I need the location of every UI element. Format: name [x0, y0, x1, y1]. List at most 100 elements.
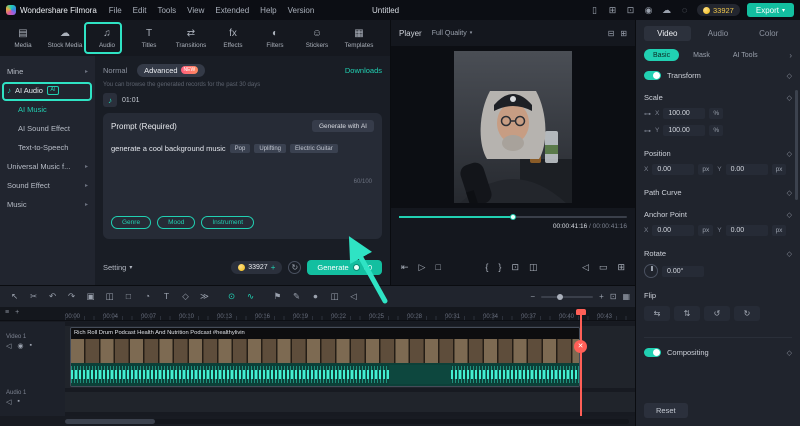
prompt-tag[interactable]: Uplifting — [254, 144, 287, 153]
sidebar-item-mine[interactable]: Mine ▸ — [0, 62, 95, 81]
stop-icon[interactable]: □ — [435, 262, 440, 273]
mark-in-icon[interactable]: { — [485, 262, 488, 273]
keyframe-icon[interactable]: ◇ — [176, 291, 195, 302]
redo-icon[interactable]: ↷ — [62, 291, 81, 302]
setting-dropdown[interactable]: Setting ▾ — [103, 263, 132, 272]
speed-icon[interactable]: ◔ — [138, 291, 157, 302]
pointer-tool-icon[interactable]: ↖ — [5, 291, 24, 302]
chevron-right-icon[interactable]: › — [789, 51, 792, 60]
sidebar-item-universal-music[interactable]: Universal Music f... ▸ — [0, 157, 95, 176]
rotate-input[interactable]: 0.00° — [662, 265, 704, 277]
props-tab-audio[interactable]: Audio — [695, 26, 742, 41]
track-list-icon[interactable]: ≡ — [5, 309, 9, 316]
menu-item[interactable]: File — [109, 6, 122, 15]
draw-icon[interactable]: ✎ — [287, 291, 306, 302]
crop-preview-icon[interactable]: ⊡ — [511, 262, 519, 273]
display-icon[interactable]: ⊡ — [625, 5, 636, 16]
anchor-x-input[interactable]: 0.00 — [652, 225, 695, 236]
mood-button[interactable]: Mood — [157, 216, 196, 229]
tab-audio[interactable]: ♫ Audio — [86, 28, 128, 49]
keyframe-diamond-icon[interactable]: ◇ — [787, 211, 792, 219]
aspect-ratio-icon[interactable]: ▭ — [599, 262, 608, 273]
player-expand-icon[interactable]: ⊞ — [620, 29, 627, 38]
keyframe-diamond-icon[interactable]: ◇ — [787, 72, 792, 80]
prompt-tag[interactable]: Electric Guitar — [290, 144, 338, 153]
add-coins-icon[interactable]: + — [271, 263, 276, 272]
timeline-scrollbar[interactable] — [65, 419, 629, 424]
record-icon[interactable]: ● — [306, 291, 325, 302]
mute-track-icon[interactable]: ◁ — [6, 342, 11, 350]
scale-y-input[interactable]: 100.00 — [663, 125, 706, 136]
props-tab-video[interactable]: Video — [644, 26, 691, 41]
sidebar-item-sound-effect[interactable]: Sound Effect ▸ — [0, 176, 95, 195]
prompt-input[interactable]: generate a cool background music Pop Upli… — [111, 144, 374, 153]
add-track-icon[interactable]: + — [15, 309, 19, 316]
volume-icon[interactable]: ◁ — [582, 262, 589, 273]
sidebar-item-text-to-speech[interactable]: Text-to-Speech — [0, 138, 95, 157]
rotate-cw-icon[interactable]: ↻ — [734, 306, 760, 321]
path-curve-row[interactable]: Path Curve ◇ — [644, 188, 792, 197]
text-tool-icon[interactable]: T — [157, 291, 176, 302]
tab-stickers[interactable]: ☺ Stickers — [296, 28, 338, 49]
play-icon[interactable]: ▷ — [419, 262, 426, 273]
props-subtab-ai-tools[interactable]: AI Tools — [724, 49, 767, 61]
coin-cost-badge[interactable]: 33927 + — [231, 261, 283, 274]
layout-icon[interactable]: ⊞ — [607, 5, 618, 16]
flip-vertical-icon[interactable]: ⇅ — [674, 306, 700, 321]
sidebar-item-ai-sound-effect[interactable]: AI Sound Effect — [0, 119, 95, 138]
track-manager-icon[interactable]: ▦ — [622, 292, 630, 301]
screen-record-icon[interactable]: ◉ — [643, 5, 654, 16]
menu-item[interactable]: Edit — [133, 6, 147, 15]
refresh-icon[interactable]: ↻ — [288, 261, 302, 274]
mute-track-icon[interactable]: ◁ — [6, 398, 11, 406]
player-grid-icon[interactable]: ⊟ — [608, 29, 615, 38]
tab-effects[interactable]: fx Effects — [212, 28, 254, 49]
downloads-link[interactable]: Downloads — [345, 66, 382, 75]
fit-timeline-icon[interactable]: ⊡ — [610, 292, 617, 301]
rotate-knob[interactable] — [644, 264, 658, 278]
clip-delete-icon[interactable]: ✕ — [574, 340, 587, 353]
more-tools-icon[interactable]: ≫ — [195, 291, 214, 302]
generated-record-item[interactable]: ♪ 01:01 — [103, 93, 382, 107]
playhead[interactable] — [580, 309, 582, 416]
tab-titles[interactable]: T Titles — [128, 28, 170, 49]
cloud-icon[interactable]: ☁ — [661, 5, 672, 16]
snapshot-icon[interactable]: ◫ — [325, 291, 344, 302]
genre-button[interactable]: Genre — [111, 216, 152, 229]
hide-track-icon[interactable]: ◉ — [17, 342, 23, 350]
undo-icon[interactable]: ↶ — [43, 291, 62, 302]
voiceover-icon[interactable]: ⊙ — [222, 291, 241, 302]
prompt-tag[interactable]: Pop — [229, 144, 251, 153]
playback-progress-bar[interactable] — [399, 213, 627, 221]
compositing-toggle[interactable] — [644, 348, 661, 357]
mark-out-icon[interactable]: } — [498, 262, 501, 273]
anchor-y-input[interactable]: 0.00 — [725, 225, 768, 236]
position-y-input[interactable]: 0.00 — [725, 164, 768, 175]
video-clip[interactable]: Rich Roll Drum Podcast Health And Nutrit… — [70, 327, 580, 387]
keyframe-diamond-icon[interactable]: ◇ — [787, 189, 792, 197]
video-track-lane[interactable]: Rich Roll Drum Podcast Health And Nutrit… — [65, 326, 635, 388]
transform-toggle[interactable] — [644, 71, 661, 80]
menu-item[interactable]: Tools — [157, 6, 176, 15]
tab-transitions[interactable]: ⇄ Transitions — [170, 28, 212, 49]
audio-track-lane[interactable] — [65, 392, 635, 412]
sidebar-item-ai-audio[interactable]: ♪ AI Audio AI — [0, 81, 95, 100]
reset-button[interactable]: Reset — [644, 403, 688, 418]
mute-icon[interactable]: ◁ — [344, 291, 363, 302]
crop-icon[interactable]: □ — [119, 291, 138, 302]
fullscreen-icon[interactable]: ⊞ — [617, 262, 625, 273]
instrument-button[interactable]: Instrument — [201, 216, 255, 229]
marker-icon[interactable]: ⚑ — [268, 291, 287, 302]
device-icon[interactable]: ▯ — [589, 5, 600, 16]
keyframe-diamond-icon[interactable]: ◇ — [787, 250, 792, 258]
snapshot-icon[interactable]: ◫ — [529, 262, 538, 273]
copy-icon[interactable]: ▣ — [81, 291, 100, 302]
props-subtab-mask[interactable]: Mask — [684, 49, 719, 61]
sidebar-item-ai-music[interactable]: AI Music — [0, 100, 95, 119]
export-button[interactable]: Export ▾ — [746, 3, 794, 17]
timeline-ruler[interactable]: ≡ + 00:00 00:04 00:07 00:10 00:13 00:16 00:19 00… — [0, 307, 635, 321]
razor-tool-icon[interactable]: ✂ — [24, 291, 43, 302]
props-subtab-basic[interactable]: Basic — [644, 49, 680, 61]
menu-item[interactable]: View — [187, 6, 204, 15]
zoom-slider[interactable] — [541, 293, 594, 300]
